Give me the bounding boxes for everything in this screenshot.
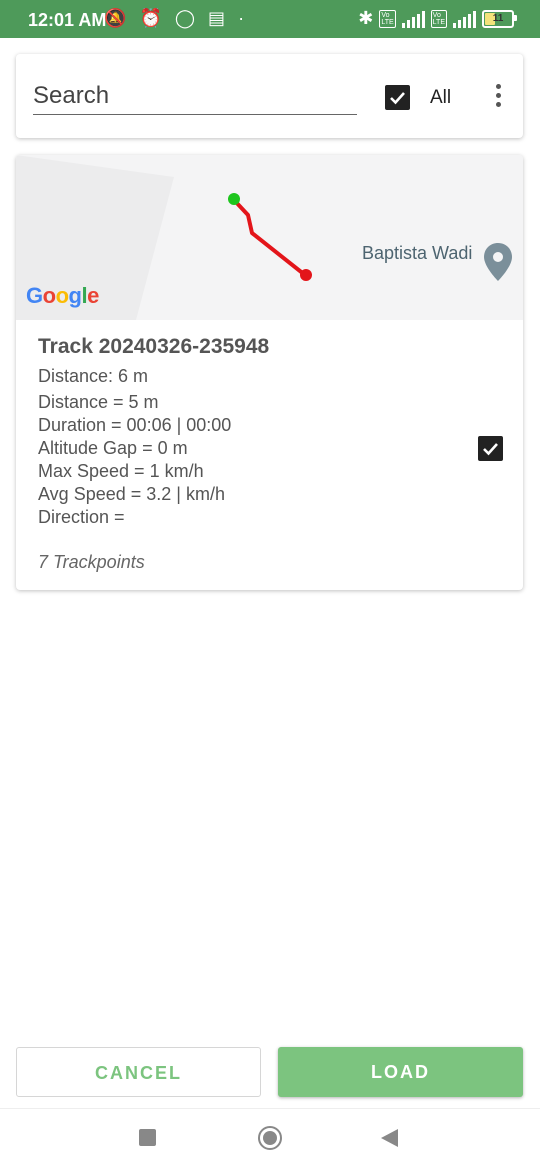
- home-icon[interactable]: [258, 1126, 282, 1150]
- track-line: [232, 198, 307, 277]
- more-options-icon[interactable]: [492, 84, 504, 110]
- stat-max-speed: Max Speed = 1 km/h: [38, 461, 204, 481]
- google-logo: Google: [26, 283, 99, 308]
- cancel-button[interactable]: CANCEL: [16, 1047, 261, 1097]
- status-bar: 12:01 AM 🔕 ⏰ ◯ ▤ · ✱ Vo LTE Vo LTE 11: [0, 0, 540, 38]
- back-icon[interactable]: [381, 1129, 398, 1147]
- search-input[interactable]: [33, 78, 357, 115]
- recents-icon[interactable]: [139, 1129, 156, 1146]
- map-pin-icon: [484, 243, 512, 281]
- battery-level: 11: [492, 12, 504, 24]
- calendar-icon: ▤: [208, 8, 230, 28]
- volte-icon-2: Vo LTE: [430, 9, 447, 28]
- stat-direction: Direction =: [38, 507, 125, 527]
- trackpoints-count: 7 Trackpoints: [38, 552, 145, 572]
- stat-duration: Duration = 00:06 | 00:00: [38, 415, 232, 435]
- dot-icon: ·: [238, 8, 249, 28]
- battery-icon: 11: [482, 9, 517, 28]
- track-start-point: [228, 193, 240, 205]
- notification-icons: 🔕 ⏰ ◯ ▤ ·: [104, 8, 248, 29]
- signal-icon: [401, 10, 425, 28]
- map-place-label: Baptista Wadi: [362, 243, 473, 263]
- all-checkbox[interactable]: [385, 85, 410, 110]
- track-title: Track 20240326-235948: [38, 335, 270, 358]
- check-icon: [483, 443, 498, 456]
- signal-4g-icon: [453, 10, 476, 28]
- whatsapp-icon: ◯: [174, 8, 200, 28]
- load-button[interactable]: LOAD: [278, 1047, 523, 1097]
- stat-altitude-gap: Altitude Gap = 0 m: [38, 438, 188, 458]
- navigation-bar: [0, 1108, 540, 1171]
- bluetooth-icon: ✱: [358, 8, 374, 28]
- track-map[interactable]: Baptista Wadi Google: [16, 155, 523, 320]
- track-distance-primary: Distance: 6 m: [38, 366, 149, 386]
- status-time: 12:01 AM: [28, 10, 107, 30]
- search-card: All: [16, 54, 523, 138]
- muted-bell-icon: 🔕: [104, 8, 131, 28]
- stat-avg-speed: Avg Speed = 3.2 | km/h: [38, 484, 225, 504]
- stat-distance: Distance = 5 m: [38, 392, 159, 412]
- check-icon: [390, 92, 405, 105]
- track-card[interactable]: Baptista Wadi Google Track 20240326-2359…: [16, 155, 523, 590]
- alarm-icon: ⏰: [139, 8, 166, 28]
- track-end-point: [300, 269, 312, 281]
- system-icons: ✱ Vo LTE Vo LTE 11: [358, 8, 517, 29]
- volte-icon: Vo LTE: [379, 9, 396, 28]
- all-label: All: [430, 87, 452, 108]
- track-checkbox[interactable]: [478, 436, 503, 461]
